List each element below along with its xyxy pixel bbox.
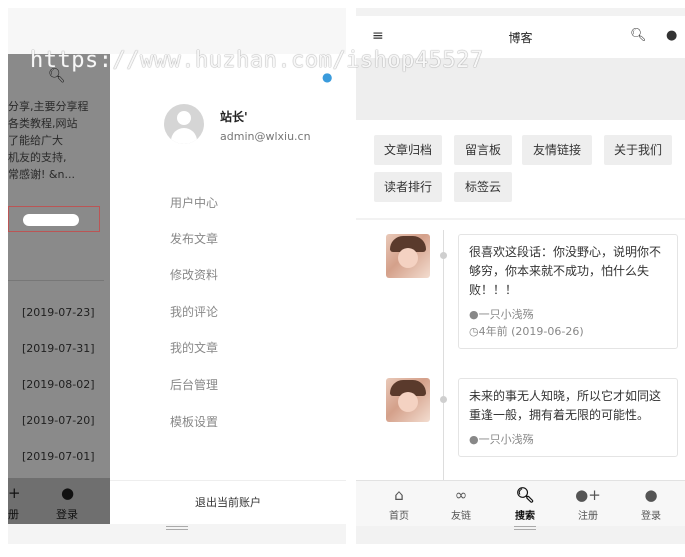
post-date: [2019-07-23] [22, 306, 95, 319]
link-icon: ∞ [454, 486, 468, 504]
comment-card[interactable]: 未来的事无人知晓，所以它才如同这重逢一般，拥有着无限的可能性。 ●一只小浅殇 [458, 378, 678, 457]
side-drawer: ● 站长' admin@wlxiu.cn 用户中心 发布文章 修改资料 我的评论… [110, 54, 346, 524]
nav-login[interactable]: ● 登录 [626, 485, 676, 522]
nav-login-label[interactable]: 登录 [56, 506, 78, 522]
user-email: admin@wlxiu.cn [220, 130, 311, 143]
tag-archive[interactable]: 文章归档 [374, 135, 442, 165]
comment-text: 未来的事无人知晓，所以它才如同这重逢一般，拥有着无限的可能性。 [469, 389, 662, 422]
avatar [164, 104, 204, 144]
clock-icon: ◷ [469, 325, 479, 338]
logout-button[interactable]: 退出当前账户 [110, 480, 346, 524]
nav-search[interactable]: 🔍︎ 搜索 [500, 485, 550, 522]
background-page-dimmed: 🔍︎ 分享,主要分享程 各类教程,网站 了能给广大 机友的支持, 常感谢! &n… [8, 54, 110, 524]
comment-author: 一只小浅殇 [478, 308, 534, 321]
user-icon[interactable]: ● [61, 484, 74, 502]
divider [8, 280, 104, 281]
user-icon: ● [469, 308, 479, 321]
tag-tag-cloud[interactable]: 标签云 [454, 172, 512, 202]
menu-item-my-comments[interactable]: 我的评论 [170, 303, 218, 320]
comment-meta: ●一只小浅殇 [469, 431, 667, 448]
comment-timeline: 很喜欢这段话：你没野心，说明你不够穷，你本来就不成功，怕什么失败！！！ ●一只小… [356, 220, 685, 480]
nav-label: 首页 [389, 511, 409, 522]
user-icon[interactable]: ● [666, 28, 677, 43]
comment-time: 4年前 (2019-06-26) [478, 325, 584, 338]
username: 站长' [220, 110, 248, 124]
menu-item-admin[interactable]: 后台管理 [170, 376, 218, 393]
home-indicator [166, 526, 188, 530]
user-icon: ● [644, 486, 658, 504]
home-indicator [514, 526, 536, 530]
nav-links[interactable]: ∞ 友链 [436, 485, 486, 522]
post-date: [2019-07-31] [22, 342, 95, 355]
nav-register[interactable]: ●+ 注册 [563, 485, 613, 522]
home-icon: ⌂ [394, 486, 404, 504]
timeline-dot [440, 252, 447, 259]
menu-item-publish[interactable]: 发布文章 [170, 230, 218, 247]
timeline-dot [440, 396, 447, 403]
comment-meta: ●一只小浅殇 ◷4年前 (2019-06-26) [469, 306, 667, 340]
comment-author: 一只小浅殇 [478, 433, 534, 446]
nav-register-label[interactable]: 册 [8, 506, 19, 522]
bottom-nav: ⌂ 首页 ∞ 友链 🔍︎ 搜索 ●+ 注册 ● 登录 [356, 480, 685, 526]
avatar[interactable] [386, 378, 430, 422]
add-user-icon[interactable]: + [8, 484, 21, 502]
nav-home[interactable]: ⌂ 首页 [374, 485, 424, 522]
nav-label: 友链 [451, 511, 471, 522]
tag-guestbook[interactable]: 留言板 [454, 135, 512, 165]
menu-item-edit-profile[interactable]: 修改资料 [170, 266, 218, 283]
menu-item-my-posts[interactable]: 我的文章 [170, 339, 218, 356]
avatar[interactable] [386, 234, 430, 278]
post-date: [2019-07-20] [22, 414, 95, 427]
comment-card[interactable]: 很喜欢这段话：你没野心，说明你不够穷，你本来就不成功，怕什么失败！！！ ●一只小… [458, 234, 678, 349]
read-more-button[interactable] [8, 206, 100, 232]
post-date: [2019-07-01] [22, 450, 95, 463]
bottom-nav-dimmed: + 册 ● 登录 [8, 478, 110, 524]
watermark: https://www.huzhan.com/ishop45527 [30, 48, 484, 73]
post-excerpt: 分享,主要分享程 各类教程,网站 了能给广大 机友的支持, 常感谢! &n... [8, 100, 89, 181]
nav-label: 注册 [578, 511, 598, 522]
timeline-line [443, 230, 444, 480]
nav-label: 登录 [641, 511, 661, 522]
right-phone-screen: ≡ 博客 🔍︎ ● 文章归档 留言板 友情链接 关于我们 读者排行 标签云 很喜… [356, 8, 685, 544]
left-phone-screen: 🔍︎ 分享,主要分享程 各类教程,网站 了能给广大 机友的支持, 常感谢! &n… [8, 8, 346, 544]
tag-about-us[interactable]: 关于我们 [604, 135, 672, 165]
tag-friend-links[interactable]: 友情链接 [522, 135, 592, 165]
add-user-icon: ●+ [575, 486, 601, 504]
nav-label: 搜索 [515, 511, 535, 522]
search-icon[interactable]: 🔍︎ [630, 28, 647, 43]
comment-text: 很喜欢这段话：你没野心，说明你不够穷，你本来就不成功，怕什么失败！！！ [469, 245, 662, 297]
menu-item-theme-settings[interactable]: 模板设置 [170, 413, 218, 430]
menu-item-user-center[interactable]: 用户中心 [170, 194, 218, 211]
user-icon: ● [469, 433, 479, 446]
tag-reader-ranking[interactable]: 读者排行 [374, 172, 442, 202]
post-date: [2019-08-02] [22, 378, 95, 391]
search-icon: 🔍︎ [515, 486, 535, 504]
quick-links: 文章归档 留言板 友情链接 关于我们 读者排行 标签云 [356, 120, 685, 218]
